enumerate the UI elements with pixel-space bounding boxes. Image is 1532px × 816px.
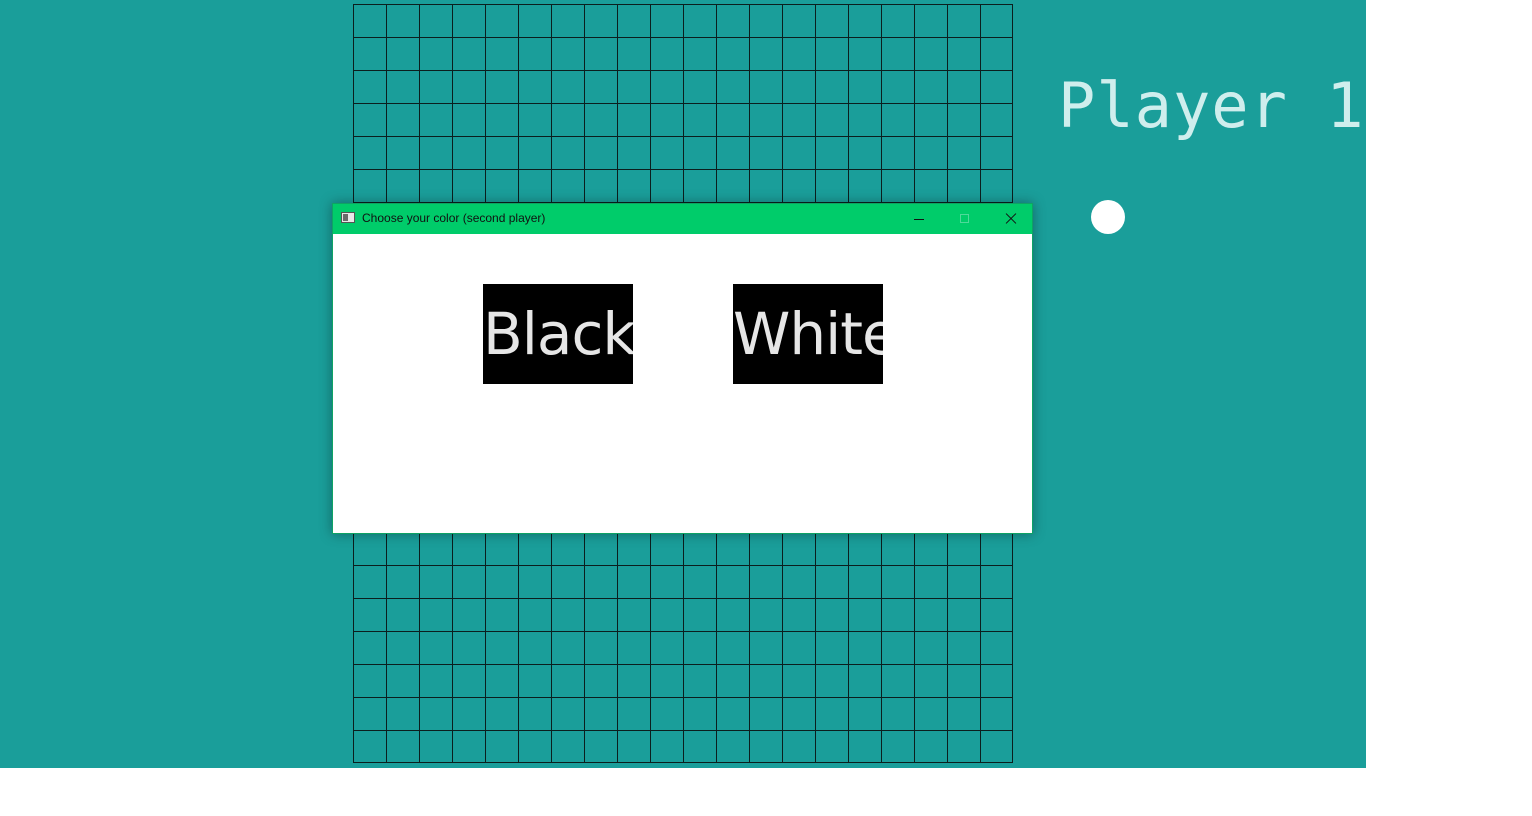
minimize-icon	[914, 219, 924, 220]
dialog-titlebar[interactable]: Choose your color (second player)	[333, 204, 1032, 234]
player-label: Player 1	[1058, 69, 1365, 142]
minimize-button[interactable]	[896, 204, 942, 234]
maximize-icon	[960, 214, 969, 223]
choose-black-button[interactable]: Black	[483, 284, 633, 384]
choose-white-button[interactable]: White	[733, 284, 883, 384]
maximize-button[interactable]	[942, 204, 988, 234]
dialog-title: Choose your color (second player)	[362, 211, 546, 225]
app-icon	[341, 212, 355, 223]
color-choice-dialog: Choose your color (second player) Black …	[332, 203, 1033, 534]
player-piece-indicator	[1091, 200, 1125, 234]
close-button[interactable]	[987, 204, 1033, 234]
